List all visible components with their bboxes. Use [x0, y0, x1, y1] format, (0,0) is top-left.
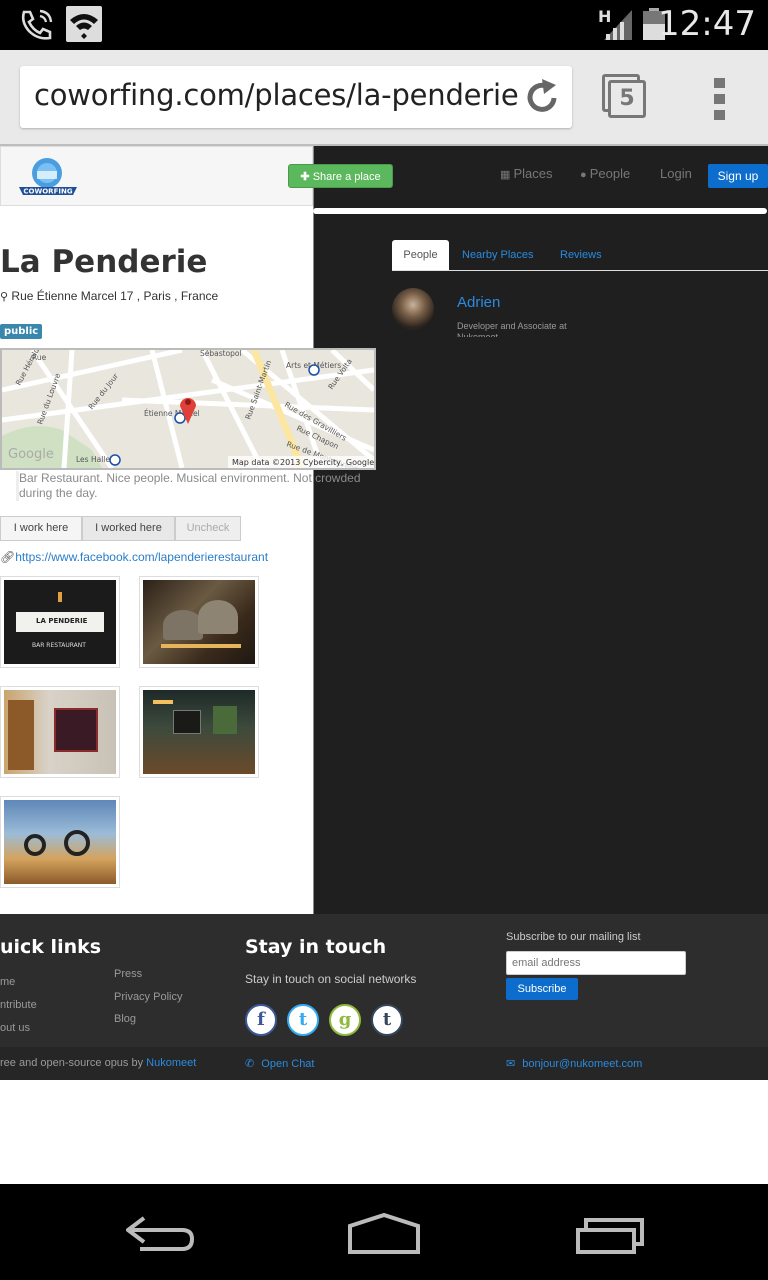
footer-bottom-bar: ree and open-source opus by Nukomeet ✆ O… [0, 1047, 768, 1080]
footer: uick links me ntribute out us Press Priv… [0, 914, 768, 1080]
url-text[interactable]: coworfing.com/places/la-penderie [34, 78, 519, 112]
place-address: ⚲ Rue Étienne Marcel 17 , Paris , France [0, 289, 219, 303]
location-map[interactable]: Rue Hérold Rue du Louvre Rue du Jour Éti… [0, 348, 376, 470]
footer-link[interactable]: ntribute [0, 999, 37, 1011]
website-link[interactable]: 🔗︎https://www.facebook.com/lapenderieres… [0, 550, 268, 564]
tab-count: 5 [619, 86, 635, 111]
stay-in-touch-text: Stay in touch on social networks [245, 972, 417, 986]
google-plus-icon[interactable]: g [329, 1004, 361, 1036]
person-name[interactable]: Adrien [457, 294, 500, 311]
photo-thumbnail[interactable] [139, 686, 259, 778]
facebook-icon[interactable]: f [245, 1004, 277, 1036]
signal-icon [604, 10, 634, 44]
wifi-icon [66, 6, 102, 42]
open-chat-link[interactable]: ✆ Open Chat [245, 1057, 314, 1070]
nav-people[interactable]: ● People [580, 166, 630, 181]
tab-divider [392, 270, 768, 271]
url-bar[interactable]: coworfing.com/places/la-penderie [20, 66, 572, 128]
recent-apps-icon[interactable] [574, 1216, 646, 1258]
nav-login[interactable]: Login [660, 166, 692, 181]
logo-area[interactable]: COWORFING [0, 146, 313, 206]
quick-links-title: uick links [0, 936, 102, 958]
photo-caption: LA PENDERIE [36, 617, 88, 625]
stay-in-touch-title: Stay in touch [245, 936, 387, 958]
plus-icon: ✚ [300, 171, 313, 183]
share-label: Share a place [312, 171, 381, 183]
uncheck-button[interactable]: Uncheck [175, 516, 241, 541]
phone-icon: ✆ [245, 1058, 258, 1070]
web-page: COWORFING ✚ Share a place ▦ Places ● Peo… [0, 146, 768, 1082]
avatar[interactable] [392, 288, 434, 330]
subscribe-label: Subscribe to our mailing list [506, 931, 641, 943]
footer-link[interactable]: out us [0, 1022, 30, 1034]
back-icon[interactable] [126, 1216, 194, 1256]
map-label: Rue [32, 353, 47, 362]
divider [313, 208, 767, 214]
tabs-button[interactable]: 5 [602, 74, 646, 118]
clock: 12:47 [658, 4, 756, 44]
map-attribution: Map data ©2013 Cybercity, Google [232, 458, 374, 467]
subscribe-button[interactable]: Subscribe [506, 978, 578, 1000]
reload-icon[interactable] [524, 78, 560, 120]
home-icon[interactable] [346, 1212, 422, 1258]
map-google-logo: Google [8, 447, 54, 462]
link-icon: 🔗︎ [0, 550, 16, 564]
person-role: Developer and Associate at [457, 321, 567, 331]
twitter-icon[interactable]: t [287, 1004, 319, 1036]
coworfing-logo-icon[interactable]: COWORFING [17, 157, 79, 203]
browser-toolbar: coworfing.com/places/la-penderie 5 [0, 50, 768, 146]
signup-button[interactable]: Sign up [708, 164, 768, 188]
menu-icon[interactable] [714, 78, 726, 120]
tab-reviews[interactable]: Reviews [560, 240, 602, 270]
photo-thumbnail[interactable] [139, 576, 259, 668]
tumblr-icon[interactable]: t [371, 1004, 403, 1036]
email-input[interactable] [506, 951, 686, 975]
place-description: Bar Restaurant. Nice people. Musical env… [16, 471, 376, 501]
contact-email-link[interactable]: ✉ bonjour@nukomeet.com [506, 1057, 642, 1070]
i-work-here-button[interactable]: I work here [0, 516, 82, 541]
i-worked-here-button[interactable]: I worked here [82, 516, 175, 541]
tab-nearby-places[interactable]: Nearby Places [462, 240, 534, 270]
tab-people[interactable]: People [392, 240, 449, 270]
user-icon: ● [580, 169, 590, 181]
map-marker-icon: ⚲ [0, 291, 9, 303]
svg-text:COWORFING: COWORFING [23, 188, 72, 196]
footer-link[interactable]: Blog [114, 1013, 136, 1025]
map-label: Sébastopol [200, 350, 242, 358]
photo-thumbnail[interactable]: LA PENDERIE BAR RESTAURANT [0, 576, 120, 668]
system-navigation-bar [0, 1184, 768, 1280]
map-label: Les Halles [76, 455, 114, 464]
phone-call-icon [18, 8, 54, 46]
footer-link[interactable]: Privacy Policy [114, 991, 182, 1003]
nukomeet-link[interactable]: Nukomeet [146, 1057, 196, 1069]
footer-link[interactable]: Press [114, 968, 142, 980]
footer-link[interactable]: me [0, 976, 15, 988]
credit-text: ree and open-source opus by Nukomeet [0, 1057, 197, 1069]
person-company: Nukomeet [457, 332, 499, 337]
share-a-place-button[interactable]: ✚ Share a place [288, 164, 393, 188]
envelope-icon: ✉ [506, 1058, 519, 1070]
nav-places[interactable]: ▦ Places [500, 166, 552, 181]
status-bar: H 12:47 [0, 0, 768, 50]
person-card[interactable]: Adrien Developer and Associate at Nukome… [392, 288, 692, 337]
grid-icon: ▦ [500, 169, 514, 181]
photo-thumbnail[interactable] [0, 796, 120, 888]
status-badge: public [0, 324, 43, 339]
photo-subcaption: BAR RESTAURANT [32, 642, 86, 649]
place-title: La Penderie [0, 244, 208, 280]
photo-thumbnail[interactable] [0, 686, 120, 778]
